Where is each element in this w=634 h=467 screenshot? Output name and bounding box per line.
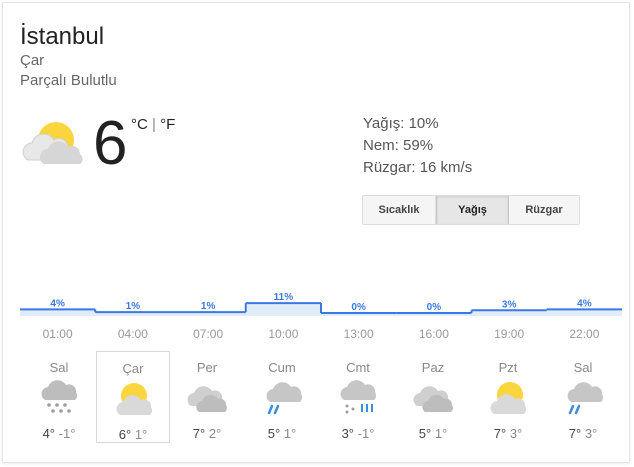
snow-icon bbox=[41, 380, 78, 413]
forecast-low: -1° bbox=[58, 426, 76, 441]
tab-wind[interactable]: Rüzgar bbox=[509, 196, 579, 224]
forecast-temps: 4° -1° bbox=[22, 426, 96, 441]
precipitation-chart[interactable]: 4% 01:00 1% 04:00 1% 07:00 11% 10:00 0% 13:00 0% 16… bbox=[20, 288, 622, 348]
forecast-day-name: Pzt bbox=[498, 360, 518, 375]
forecast-temps: 7° 3° bbox=[546, 426, 620, 441]
forecast-high: 7° bbox=[192, 426, 206, 441]
current-temperature: 6 bbox=[93, 109, 128, 178]
forecast-high: 5° bbox=[418, 426, 432, 441]
current-condition: Parçalı Bulutlu bbox=[20, 72, 117, 89]
daily-forecast: Sal 4° -1° Çar 6° 1° Per 7° 2° Cum 5° 1°… bbox=[20, 351, 624, 446]
chart-tabs: Sıcaklık Yağış Rüzgar bbox=[362, 195, 580, 225]
forecast-day[interactable]: Cum 5° 1° bbox=[245, 351, 319, 443]
forecast-high: 5° bbox=[267, 426, 281, 441]
forecast-low: 2° bbox=[208, 426, 222, 441]
forecast-temps: 7° 3° bbox=[471, 426, 545, 441]
precip-label: 3% bbox=[502, 299, 517, 310]
forecast-high: 7° bbox=[493, 426, 507, 441]
forecast-day[interactable]: Per 7° 2° bbox=[170, 351, 244, 443]
precip-label: 4% bbox=[50, 298, 65, 309]
forecast-low: 3° bbox=[584, 426, 598, 441]
weather-stats: Yağış: 10% Nem: 59% Rüzgar: 16 km/s bbox=[363, 113, 472, 179]
tab-temperature[interactable]: Sıcaklık bbox=[363, 196, 436, 224]
forecast-high: 6° bbox=[118, 427, 132, 442]
precip-label: 0% bbox=[427, 302, 442, 313]
wind-stat: Rüzgar: 16 km/s bbox=[363, 159, 473, 176]
weather-card: İstanbul Çar Parçalı Bulutlu 6 °C | °F Y… bbox=[2, 2, 630, 463]
precipitation-stat: Yağış: 10% bbox=[363, 115, 439, 132]
forecast-day-name: Cmt bbox=[346, 360, 370, 375]
rain-icon bbox=[567, 382, 603, 415]
forecast-temps: 5° 1° bbox=[245, 426, 319, 441]
forecast-day-name: Per bbox=[196, 360, 218, 375]
partly-cloudy-icon bbox=[22, 122, 83, 164]
hour-tick-label: 19:00 bbox=[494, 327, 524, 341]
hour-tick-label: 04:00 bbox=[118, 327, 148, 341]
partly-cloudy-icon bbox=[490, 382, 527, 414]
unit-switch: °C | °F bbox=[131, 116, 175, 133]
forecast-low: 1° bbox=[283, 426, 297, 441]
precip-label: 11% bbox=[274, 292, 294, 303]
fahrenheit-unit-link[interactable]: °F bbox=[160, 116, 175, 133]
hour-tick-label: 10:00 bbox=[268, 327, 298, 341]
forecast-low: 1° bbox=[434, 426, 448, 441]
celsius-unit-link[interactable]: °C bbox=[131, 116, 148, 133]
precip-label: 1% bbox=[126, 301, 141, 312]
forecast-day[interactable]: Sal 4° -1° bbox=[22, 351, 96, 443]
precip-label: 1% bbox=[201, 301, 216, 312]
forecast-temps: 6° 1° bbox=[97, 427, 169, 442]
unit-separator: | bbox=[152, 116, 156, 133]
hour-tick-label: 22:00 bbox=[569, 327, 599, 341]
forecast-temps: 5° 1° bbox=[396, 426, 470, 441]
forecast-day-selected[interactable]: Çar 6° 1° bbox=[96, 351, 170, 443]
forecast-day[interactable]: Cmt 3° -1° bbox=[321, 351, 395, 443]
forecast-high: 4° bbox=[42, 426, 56, 441]
hour-tick-label: 01:00 bbox=[43, 327, 73, 341]
forecast-low: 1° bbox=[134, 427, 148, 442]
forecast-day-name: Sal bbox=[49, 360, 69, 375]
forecast-temps: 7° 2° bbox=[170, 426, 244, 441]
location-title: İstanbul bbox=[20, 23, 105, 50]
forecast-day-name: Çar bbox=[122, 361, 144, 376]
hour-tick-label: 13:00 bbox=[344, 327, 374, 341]
forecast-day-name: Cum bbox=[268, 360, 296, 375]
forecast-day[interactable]: Sal 7° 3° bbox=[546, 351, 620, 443]
cloudy-icon bbox=[413, 386, 453, 412]
forecast-day[interactable]: Paz 5° 1° bbox=[396, 351, 470, 443]
sleet-icon bbox=[340, 380, 377, 414]
hour-tick-label: 07:00 bbox=[193, 327, 223, 341]
forecast-low: -1° bbox=[357, 426, 375, 441]
forecast-temps: 3° -1° bbox=[321, 426, 395, 441]
forecast-day-name: Paz bbox=[421, 360, 445, 375]
forecast-high: 3° bbox=[341, 426, 355, 441]
humidity-stat: Nem: 59% bbox=[363, 137, 434, 154]
forecast-high: 7° bbox=[568, 426, 582, 441]
rain-icon bbox=[266, 382, 302, 415]
partly-cloudy-icon bbox=[116, 383, 153, 415]
forecast-low: 3° bbox=[509, 426, 523, 441]
precip-label: 0% bbox=[351, 302, 366, 313]
tab-precipitation[interactable]: Yağış bbox=[436, 196, 509, 224]
forecast-day[interactable]: Pzt 7° 3° bbox=[471, 351, 545, 443]
current-day: Çar bbox=[20, 52, 45, 69]
cloudy-icon bbox=[187, 386, 227, 412]
hour-tick-label: 16:00 bbox=[419, 327, 449, 341]
forecast-day-name: Sal bbox=[573, 360, 593, 375]
precip-label: 4% bbox=[577, 298, 592, 309]
